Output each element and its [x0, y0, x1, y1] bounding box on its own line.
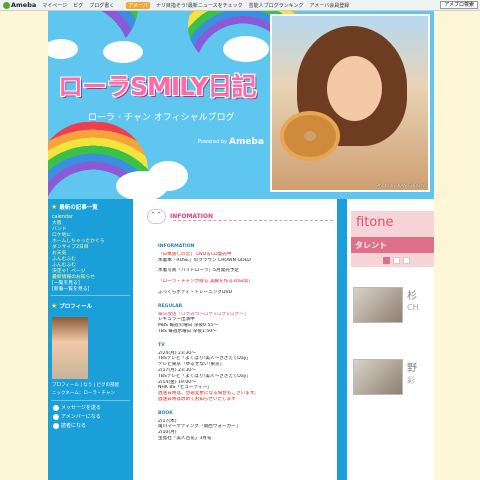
main-content: INFOMATION INFORMATION 「日本語しの恋」 DVD＆CD発売… [133, 199, 343, 480]
topbar-link-mypage[interactable]: マイページ [42, 2, 67, 9]
ameba-logo[interactable]: Ameba [3, 1, 36, 9]
cloud [103, 41, 143, 63]
ameba-logo-icon [3, 1, 10, 9]
mail-icon [53, 404, 59, 411]
latest-posts-list: calendar 大阪 バンド ロケ地に ホームしちゃったかぐら ダンサイブ2日… [48, 215, 133, 293]
ameba-topbar: Ameba マイページ ピグ ブログ書く アメーバ ナリ目指そう!最新ニュースを… [0, 0, 480, 11]
ameba-brand: Ameba [228, 137, 264, 147]
section-heading-book: BOOK [158, 410, 173, 416]
pager-dot[interactable] [393, 257, 400, 264]
left-sidebar: ★ 最新の記事一覧 calendar 大阪 バンド ロケ地に ホームしちゃったか… [48, 199, 133, 480]
talent-name[interactable]: 野 [407, 359, 417, 374]
blog-header: ローラSMILY日記 ローラ・チャン オフィシャルブログ Powered by A… [48, 11, 434, 199]
banner-pager [383, 257, 410, 264]
photo-credit: Photo by KAN FURUYA [376, 184, 426, 189]
section-heading-regular: REGULAR [158, 303, 183, 309]
powered-by: Powered by Ameba [198, 137, 264, 147]
latest-posts-heading: ★ 最新の記事一覧 [51, 203, 98, 211]
section-heading-tv: TV [158, 342, 165, 348]
divider [51, 400, 130, 401]
cloud [223, 36, 269, 62]
talent-photo[interactable] [353, 287, 403, 323]
cloud [148, 161, 188, 191]
become-member-button[interactable]: アメンバーになる [48, 412, 133, 421]
fitone-banner[interactable]: fitone タレント [351, 211, 434, 267]
member-icon [53, 413, 59, 420]
header-photo: Photo by KAN FURUYA [270, 14, 430, 192]
blog-title[interactable]: ローラSMILY日記 [58, 67, 256, 103]
topbar-link-pig[interactable]: ピグ [73, 2, 83, 9]
info-body: INFORMATION 「日本語しの恋」 DVD＆CD発売中 水着本「ROSE」… [158, 241, 336, 442]
topbar-ranking-link[interactable]: 芸能人ブログランキング [249, 2, 304, 9]
topbar-register-link[interactable]: アメーバ会員登録 [310, 2, 350, 9]
info-heading: INFOMATION [147, 209, 213, 224]
star-icon: ★ [51, 203, 58, 211]
talent-sub: CH [407, 303, 419, 312]
book-line: 宝島社「美人百花」3月号 [158, 435, 212, 441]
talent-photo[interactable] [353, 359, 403, 395]
smiley-cloud-icon [147, 209, 166, 224]
fitone-logo: fitone [356, 215, 394, 230]
profile-photo[interactable] [52, 317, 88, 379]
topbar-promo-badge[interactable]: アメーバ [126, 1, 150, 9]
star-icon: ★ [51, 302, 58, 310]
view-new-link[interactable]: [新着一覧を見る] [52, 287, 129, 293]
reader-icon [53, 422, 59, 429]
topbar-news-link[interactable]: ナリ目指そう!最新ニュースをチェック [156, 2, 243, 9]
talent-name[interactable]: 杉 [407, 287, 417, 302]
profile-heading: ★ プロフィール [51, 302, 93, 310]
fitone-talent-bar: タレント [351, 237, 434, 253]
profile-nickname: ニックネーム：ローラ・チャン [52, 391, 115, 396]
divider [51, 295, 130, 296]
donut-image [280, 111, 340, 161]
pager-dot[interactable] [383, 257, 390, 264]
send-message-button[interactable]: メッセージを送る [48, 403, 133, 412]
blog-subtitle: ローラ・チャン オフィシャルブログ [88, 113, 235, 123]
section-heading-information: INFORMATION [158, 244, 195, 249]
topbar-link-write[interactable]: ブログ書く [89, 2, 114, 9]
dashed-divider [173, 220, 333, 221]
become-reader-button[interactable]: 読者になる [48, 421, 133, 430]
blog-search-button[interactable]: アメブロ検索 [440, 1, 478, 9]
right-column: fitone タレント 杉 CH 野 彩 [343, 199, 434, 480]
profile-links[interactable]: プロフィール | なう | ピグの部屋 [48, 382, 133, 390]
info-title: INFOMATION [170, 213, 214, 220]
pager-dot[interactable] [403, 257, 410, 264]
talent-sub: 彩 [407, 376, 415, 385]
